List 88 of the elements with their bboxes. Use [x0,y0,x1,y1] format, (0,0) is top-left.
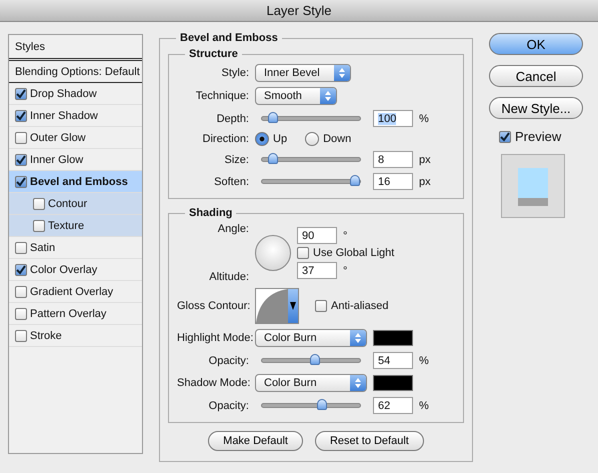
style-checkbox[interactable] [15,286,27,298]
field-label: Shadow Mode: [177,377,249,389]
style-item[interactable]: Inner Shadow [9,105,142,127]
field-label: Altitude: [209,271,249,283]
stepper-icon [334,65,350,81]
field-label: Angle: [218,223,249,235]
preview-square-icon [516,166,550,206]
color-swatch[interactable] [373,375,413,391]
style-item[interactable]: Drop Shadow [9,83,142,105]
style-item[interactable]: Color Overlay [9,259,142,281]
field-label: Size: [224,154,249,166]
window-title: Layer Style [266,3,332,18]
style-item[interactable]: Texture [9,215,142,237]
style-checkbox[interactable] [15,242,27,254]
value-field[interactable]: 100 [373,110,413,127]
checkbox-label: Anti-aliased [331,300,388,312]
style-dropdown[interactable]: Inner Bevel [255,64,351,82]
field-label: Depth: [216,112,249,124]
unit-label: ° [343,230,348,242]
radio-label: Up [273,133,288,145]
ok-button[interactable]: OK [489,33,583,55]
style-item[interactable]: Pattern Overlay [9,303,142,325]
style-checkbox[interactable] [15,154,27,166]
checkbox[interactable] [297,247,309,259]
style-item[interactable]: Satin [9,237,142,259]
checkbox-label: Use Global Light [313,247,394,259]
unit-label: ° [343,264,348,276]
style-item[interactable]: Blending Options: Default [9,61,142,83]
value-field[interactable]: 16 [373,173,413,190]
dialog-button[interactable]: Make Default [208,431,303,451]
field-label: Technique: [194,90,249,102]
field-label: Style: [220,67,249,79]
angle-field[interactable]: 90 [297,227,337,244]
style-checkbox[interactable] [33,220,45,232]
slider-thumb[interactable] [316,399,327,410]
field-label: Gloss Contour: [177,300,249,312]
unit-label: % [419,400,429,412]
field-label: Opacity: [208,354,249,366]
group-title: Bevel and Emboss [179,32,279,44]
field-label: Soften: [213,176,249,188]
contour-picker[interactable] [255,288,299,324]
style-checkbox[interactable] [15,308,27,320]
field-label: Opacity: [208,400,249,412]
stepper-icon [320,88,336,104]
checkbox[interactable] [315,300,327,312]
dialog-button[interactable]: Reset to Default [314,431,424,451]
style-checkbox[interactable] [15,330,27,342]
radio-label: Down [323,133,352,145]
slider-thumb[interactable] [268,153,278,164]
radio-button[interactable] [305,132,320,146]
dialog-button[interactable]: New Style... [489,97,583,119]
dialog-button[interactable]: Cancel [489,65,583,87]
style-item[interactable]: Stroke [9,325,142,347]
styles-header: Styles [9,35,142,61]
style-item[interactable]: Outer Glow [9,127,142,149]
group-title: Shading [188,207,234,219]
unit-label: px [419,176,431,188]
value-field[interactable]: 54 [373,352,413,369]
style-item[interactable]: Gradient Overlay [9,281,142,303]
unit-label: % [419,112,429,124]
checkbox-label: Preview [515,129,562,144]
style-checkbox[interactable] [15,264,27,276]
color-swatch[interactable] [373,330,413,346]
style-checkbox[interactable] [15,176,27,188]
stepper-icon [350,330,366,346]
slider-thumb[interactable] [310,354,320,365]
unit-label: px [419,154,431,166]
style-item[interactable]: Bevel and Emboss [9,171,142,193]
radio-button[interactable] [255,132,269,146]
angle-dial[interactable] [255,235,291,271]
stepper-icon [350,375,366,391]
style-checkbox[interactable] [15,110,27,122]
style-checkbox[interactable] [33,198,45,210]
preview-checkbox[interactable] [499,130,511,142]
slider-thumb[interactable] [350,175,360,186]
technique-dropdown[interactable]: Smooth [255,87,337,105]
group-title: Structure [188,48,239,60]
value-field[interactable]: 62 [373,397,413,414]
style-checkbox[interactable] [15,88,27,100]
unit-label: % [419,354,429,366]
slider-thumb[interactable] [268,112,278,123]
shadow-mode-dropdown[interactable]: Color Burn [255,374,367,392]
style-item[interactable]: Contour [9,193,142,215]
style-checkbox[interactable] [15,132,27,144]
altitude-field[interactable]: 37 [297,262,337,279]
field-label: Direction: [202,133,249,145]
highlight-mode-dropdown[interactable]: Color Burn [255,329,367,347]
value-field[interactable]: 8 [373,151,413,168]
